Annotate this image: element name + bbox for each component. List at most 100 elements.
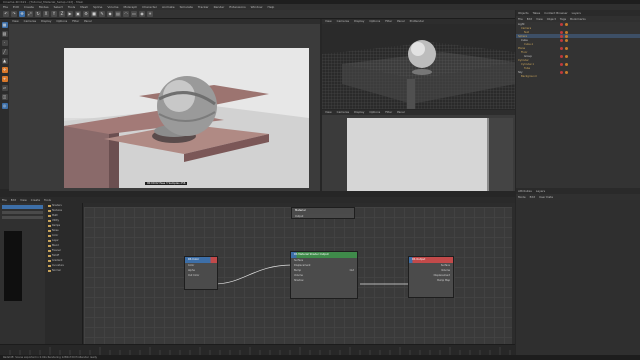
folder-icon bbox=[48, 259, 51, 262]
status-bar: Redshift: Scene exported in 0.02s Render… bbox=[0, 355, 640, 360]
viewport-menu-view[interactable]: View bbox=[325, 110, 332, 115]
front-viewport[interactable]: View Cameras Display Options Filter Panel bbox=[322, 110, 515, 191]
port-output[interactable]: Output bbox=[292, 214, 354, 219]
viewport-menu-display[interactable]: Display bbox=[354, 110, 364, 115]
points-mode-icon[interactable]: · bbox=[1, 40, 8, 46]
folder-icon bbox=[48, 224, 51, 227]
axis-z-icon[interactable]: Z bbox=[59, 11, 65, 17]
object-row[interactable]: Background bbox=[516, 74, 640, 78]
move-tool-icon[interactable]: ✥ bbox=[19, 11, 25, 17]
viewport-menu-options[interactable]: Options bbox=[56, 19, 67, 24]
node-rs-color[interactable]: RS Color Color Alpha Out Color bbox=[184, 256, 218, 290]
render-settings-icon[interactable]: ⚙ bbox=[83, 11, 89, 17]
lock-icon[interactable]: ◫ bbox=[1, 94, 8, 100]
attribute-manager: Attributes Layers Mode Edit User Data bbox=[516, 188, 640, 360]
preview-swatch bbox=[4, 231, 22, 301]
attribute-manager-menu: Mode Edit User Data bbox=[516, 194, 640, 200]
viewport-menu-panel[interactable]: Panel bbox=[397, 110, 405, 115]
viewport-menu-filter[interactable]: Filter bbox=[385, 110, 392, 115]
port-out-color[interactable]: Out Color bbox=[185, 273, 217, 278]
folder-icon bbox=[48, 239, 51, 242]
scale-tool-icon[interactable]: ⤢ bbox=[27, 11, 33, 17]
folder-icon bbox=[48, 214, 51, 217]
deformer-icon[interactable]: ◠ bbox=[123, 11, 129, 17]
viewport-menu-display[interactable]: Display bbox=[354, 19, 364, 24]
texture-mode-icon[interactable]: ▧ bbox=[1, 31, 8, 37]
render-picture-icon[interactable]: ▣ bbox=[75, 11, 81, 17]
status-text: Redshift: Scene exported in 0.02s Render… bbox=[3, 356, 98, 359]
render-view-image bbox=[9, 24, 320, 191]
folder-icon bbox=[48, 244, 51, 247]
rotate-tool-icon[interactable]: ↻ bbox=[35, 11, 41, 17]
floor-icon[interactable]: ▭ bbox=[131, 11, 137, 17]
node-canvas[interactable]: RS Color Color Alpha Out Color RS Materi… bbox=[84, 207, 512, 344]
folder-icon bbox=[48, 209, 51, 212]
folder-icon bbox=[48, 269, 51, 272]
port-bump-map[interactable]: Bump Map bbox=[409, 278, 453, 283]
object-list: Light Camera Null Sphere Cube Cube.1 Plane Floo… bbox=[516, 22, 640, 78]
search-input[interactable] bbox=[2, 205, 43, 209]
subdivision-icon[interactable]: ◆ bbox=[107, 11, 113, 17]
solo-icon[interactable]: ◎ bbox=[1, 103, 8, 109]
viewport-menu-cameras[interactable]: Cameras bbox=[24, 19, 36, 24]
viewport-menu-view[interactable]: View bbox=[325, 19, 332, 24]
axis-x-icon[interactable]: X bbox=[43, 11, 49, 17]
menu-item-mode[interactable]: Mode bbox=[518, 194, 526, 200]
camera-icon[interactable]: ◉ bbox=[139, 11, 145, 17]
port-shadow[interactable]: Shadow bbox=[291, 278, 357, 283]
object-name[interactable]: Background bbox=[521, 75, 536, 78]
viewport-menu-options[interactable]: Options bbox=[369, 19, 380, 24]
node-editor-sidebar bbox=[0, 203, 45, 355]
pen-icon[interactable]: ✎ bbox=[99, 11, 105, 17]
polygons-mode-icon[interactable]: ▲ bbox=[1, 58, 8, 64]
snap-icon[interactable]: ⌖ bbox=[1, 76, 8, 82]
cube-icon[interactable]: ■ bbox=[91, 11, 97, 17]
model-mode-icon[interactable]: ▦ bbox=[1, 22, 8, 28]
viewport-menu-filter[interactable]: Filter bbox=[385, 19, 392, 24]
light-icon[interactable]: ☀ bbox=[147, 11, 153, 17]
node-library-tree: Shaders Textures Math Utility Ramps Noise Colo… bbox=[45, 203, 83, 355]
menu-item-user-data[interactable]: User Data bbox=[539, 194, 553, 200]
left-tool-palette: ▦ ▧ · ╱ ▲ ✛ ⌖ ▱ ◫ ◎ bbox=[0, 19, 9, 189]
folder-icon bbox=[48, 249, 51, 252]
main-toolbar: ↶ ↷ ✥ ⤢ ↻ X Y Z ▶ ▣ ⚙ ■ ✎ ◆ ▤ ◠ ▭ ◉ ☀ bbox=[0, 10, 515, 19]
viewport-menu-options[interactable]: Options bbox=[369, 110, 380, 115]
viewport-menu-cameras[interactable]: Cameras bbox=[337, 19, 349, 24]
array-icon[interactable]: ▤ bbox=[115, 11, 121, 17]
node-material-output[interactable]: RS Material Shader Output Surface Displa… bbox=[290, 251, 358, 299]
menu-item-edit[interactable]: Edit bbox=[530, 194, 535, 200]
render-viewport[interactable]: View Cameras Display Options Filter Panel 00:… bbox=[9, 19, 320, 191]
node-rs-output[interactable]: RS Output Surface Volume Displacement Bu… bbox=[408, 256, 454, 298]
viewport-menu-cameras[interactable]: Cameras bbox=[337, 110, 349, 115]
filter-field[interactable] bbox=[2, 211, 43, 214]
redo-icon[interactable]: ↷ bbox=[11, 11, 17, 17]
viewport-menu-panel[interactable]: Panel bbox=[84, 19, 92, 24]
node-material[interactable]: Material Output bbox=[291, 207, 355, 219]
object-manager: Objects Takes Content Browser Layers File Ed… bbox=[516, 10, 640, 188]
viewport-menu-display[interactable]: Display bbox=[41, 19, 51, 24]
folder-icon bbox=[48, 229, 51, 232]
front-view bbox=[322, 115, 515, 191]
tree-item-label: Normal bbox=[52, 269, 61, 272]
render-view-icon[interactable]: ▶ bbox=[67, 11, 73, 17]
folder-icon bbox=[48, 234, 51, 237]
axis-y-icon[interactable]: Y bbox=[51, 11, 57, 17]
timeline-ruler bbox=[0, 344, 515, 355]
wireframe-view bbox=[322, 24, 515, 109]
folder-icon bbox=[48, 264, 51, 267]
category-field[interactable] bbox=[2, 216, 43, 219]
viewport-menu-view[interactable]: View bbox=[12, 19, 19, 24]
render-status-text: 00:00:02 Pass 3 Samples 256 bbox=[145, 182, 188, 185]
workplane-icon[interactable]: ▱ bbox=[1, 85, 8, 91]
folder-icon bbox=[48, 219, 51, 222]
timeline[interactable] bbox=[0, 344, 515, 355]
viewport-menu-panel[interactable]: Panel bbox=[397, 19, 405, 24]
perspective-viewport[interactable]: View Cameras Display Options Filter Panel ProR… bbox=[322, 19, 515, 109]
viewport-menu-filter[interactable]: Filter bbox=[72, 19, 79, 24]
viewport-menu-prorender[interactable]: ProRender bbox=[410, 19, 424, 24]
tree-item[interactable]: Normal bbox=[45, 268, 82, 273]
undo-icon[interactable]: ↶ bbox=[3, 11, 9, 17]
edges-mode-icon[interactable]: ╱ bbox=[1, 49, 8, 55]
enable-axis-icon[interactable]: ✛ bbox=[1, 67, 8, 73]
folder-icon bbox=[48, 204, 51, 207]
